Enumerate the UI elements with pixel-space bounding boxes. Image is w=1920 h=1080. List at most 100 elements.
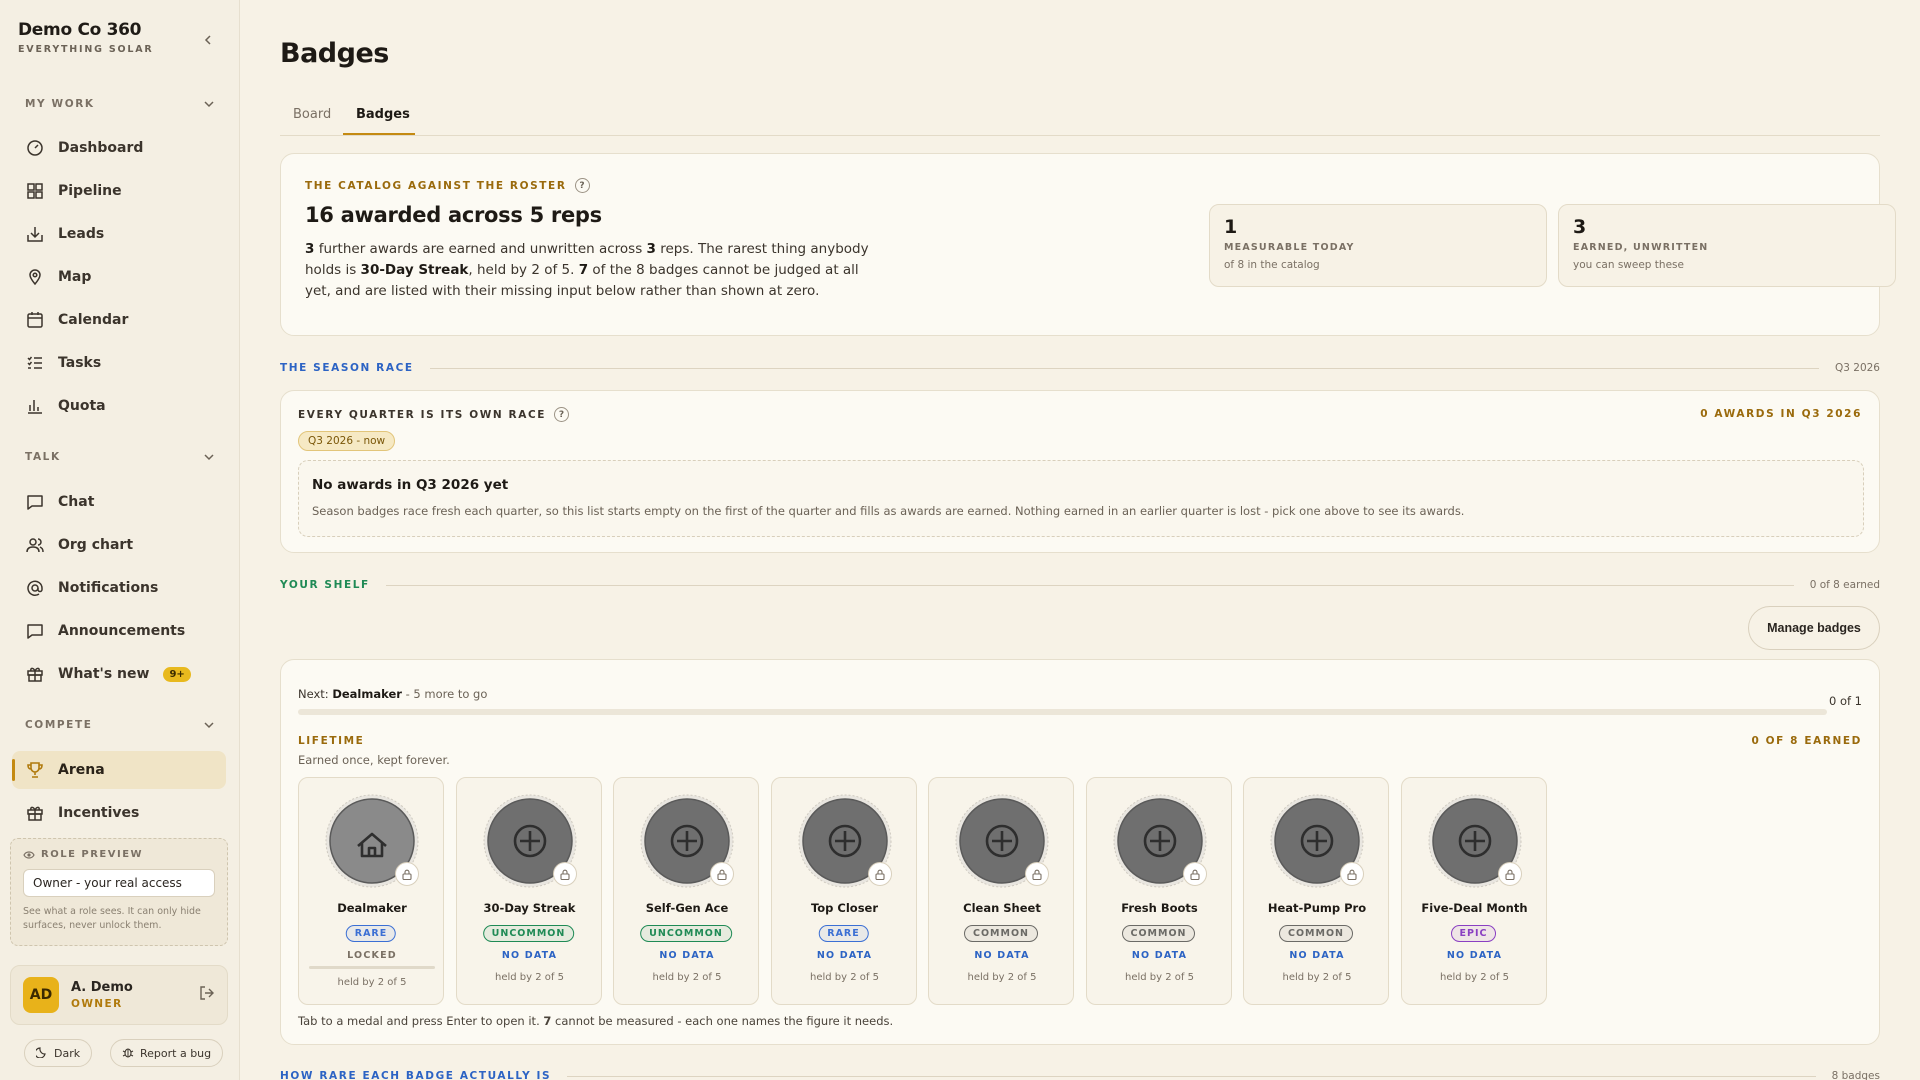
sidebar-item-tasks[interactable]: Tasks [12, 344, 226, 382]
sidebar-item-chat[interactable]: Chat [12, 483, 226, 521]
sidebar-item-announcements[interactable]: Announcements [12, 612, 226, 650]
report-bug-button[interactable]: Report a bug [110, 1039, 224, 1067]
medal-name: Dealmaker [337, 901, 407, 915]
medal-status: NO DATA [501, 950, 558, 961]
sidebar-item-arena[interactable]: Arena [12, 751, 226, 789]
medal-status: NO DATA [974, 950, 1030, 961]
season-empty-state: No awards in Q3 2026 yet Season badges r… [298, 460, 1864, 537]
medal-held-by: held by 2 of 5 [967, 972, 1037, 983]
eye-icon [23, 850, 35, 859]
user-role: OWNER [71, 998, 123, 1010]
medal-card[interactable]: 30-Day Streak UNCOMMON NO DATA held by 2 of… [455, 777, 602, 1005]
section-label: YOUR SHELF [280, 579, 370, 591]
empty-text: Season badges race fresh each quarter, s… [312, 504, 1465, 518]
sidebar-item-label: Arena [58, 762, 105, 778]
sidebar-item-label: Quota [58, 398, 106, 414]
lifetime-sub: Earned once, kept forever. [298, 753, 450, 767]
whats-new-count-badge: 9+ [163, 666, 191, 682]
role-preview-select[interactable]: Owner - your real access [23, 869, 215, 897]
medal-name: Fresh Boots [1121, 901, 1198, 915]
medal-card[interactable]: Dealmaker RARE LOCKED held by 2 of 5 [298, 777, 444, 1005]
stat-label: EARNED, UNWRITTEN [1573, 242, 1709, 253]
section-label: COMPETE [25, 719, 93, 731]
section-label: MY WORK [25, 98, 95, 110]
medal-status: NO DATA [816, 950, 873, 961]
sidebar-item-label: Announcements [58, 623, 186, 639]
sidebar-item-whats-new[interactable]: What's new 9+ [12, 655, 226, 693]
medal-status: LOCKED [347, 950, 397, 961]
tab-board[interactable]: Board [293, 107, 331, 122]
lock-icon [1025, 862, 1049, 886]
logout-icon[interactable] [199, 985, 215, 1005]
rarity-badge: UNCOMMON [640, 925, 732, 942]
stat-number: 3 [1573, 216, 1587, 238]
collapse-sidebar-button[interactable] [198, 30, 218, 50]
empty-title: No awards in Q3 2026 yet [312, 477, 509, 493]
tab-bar: Board Badges [280, 102, 1880, 136]
brand[interactable]: Demo Co 360 EVERYTHING SOLAR [18, 20, 153, 55]
medal-card[interactable]: Five-Deal Month EPIC NO DATA held by 2 of 5 [1400, 777, 1547, 1005]
sidebar-item-incentives[interactable]: Incentives [12, 794, 226, 832]
role-preview-note: See what a role sees. It can only hide s… [23, 906, 201, 931]
inbox-icon [25, 224, 45, 244]
sidebar-item-label: Pipeline [58, 183, 122, 199]
help-icon[interactable]: ? [574, 178, 590, 193]
catalog-card: THE CATALOG AGAINST THE ROSTER ? 16 awar… [280, 153, 1896, 336]
catalog-title: 16 awarded across 5 reps [305, 203, 602, 227]
season-selector-chip[interactable]: Q3 2026 - now [298, 431, 396, 451]
medal-card[interactable]: Clean Sheet COMMON NO DATA held by 2 of 5 [928, 777, 1074, 1005]
tasks-icon [25, 353, 45, 373]
role-preview-panel: ROLE PREVIEW Owner - your real access Se… [10, 838, 228, 946]
tab-badges[interactable]: Badges [356, 107, 410, 122]
message-icon [25, 621, 45, 641]
section-my-work[interactable]: MY WORK [25, 98, 215, 110]
rarity-badge: UNCOMMON [482, 925, 575, 942]
map-pin-icon [25, 267, 45, 287]
lock-icon [867, 862, 892, 886]
sidebar-item-map[interactable]: Map [12, 258, 226, 296]
rarity-badge: EPIC [1450, 925, 1497, 942]
medal-name: Self-Gen Ace [645, 901, 729, 915]
medal-card[interactable]: Heat-Pump Pro COMMON NO DATA held by 2 of 5 [1243, 777, 1389, 1005]
sidebar-item-label: Dashboard [58, 140, 144, 156]
moon-icon [34, 1046, 48, 1061]
next-badge-count: 0 of 1 [1828, 694, 1862, 708]
sidebar-item-label: Leads [58, 226, 105, 242]
medal-card[interactable]: Fresh Boots COMMON NO DATA held by 2 of 5 [1085, 777, 1232, 1005]
chat-icon [25, 492, 45, 512]
manage-badges-button[interactable]: Manage badges [1748, 606, 1880, 650]
help-icon[interactable]: ? [554, 407, 570, 422]
sidebar-item-pipeline[interactable]: Pipeline [12, 172, 226, 210]
stat-sub: you can sweep these [1573, 259, 1684, 271]
user-card[interactable]: AD A. Demo OWNER [10, 965, 228, 1025]
sidebar-item-dashboard[interactable]: Dashboard [12, 129, 226, 167]
medal-held-by: held by 2 of 5 [1125, 972, 1194, 983]
medal-name: Five-Deal Month [1421, 901, 1528, 915]
sidebar-item-label: Incentives [58, 805, 140, 821]
lock-icon [395, 862, 419, 886]
medal-name: Clean Sheet [963, 901, 1041, 915]
section-talk[interactable]: TALK [25, 451, 215, 463]
active-tab-indicator [343, 133, 415, 135]
section-compete[interactable]: COMPETE [25, 719, 215, 731]
section-badge-rarity: HOW RARE EACH BADGE ACTUALLY IS 8 badges [280, 1069, 1880, 1080]
medal-card[interactable]: Top Closer RARE NO DATA held by 2 of 5 [770, 777, 917, 1005]
next-badge-progress [298, 709, 1827, 715]
medal-card[interactable]: Self-Gen Ace UNCOMMON NO DATA held by 2 of … [613, 777, 759, 1005]
shelf-card: Next: Dealmaker - 5 more to go 0 of 1 LI… [280, 659, 1880, 1045]
medal-held-by: held by 2 of 5 [1440, 972, 1509, 983]
sidebar-item-leads[interactable]: Leads [12, 215, 226, 253]
sidebar-item-quota[interactable]: Quota [12, 387, 226, 425]
role-preview-title: ROLE PREVIEW [23, 849, 215, 860]
section-meta: 0 of 8 earned [1809, 579, 1880, 591]
dark-mode-button[interactable]: Dark [24, 1039, 93, 1067]
sidebar-item-org-chart[interactable]: Org chart [12, 526, 226, 564]
bug-icon [122, 1046, 134, 1061]
stat-number: 1 [1224, 216, 1238, 238]
trophy-icon [25, 760, 45, 780]
sidebar-item-notifications[interactable]: Notifications [12, 569, 226, 607]
brand-tagline: EVERYTHING SOLAR [18, 44, 154, 55]
chevron-down-icon [204, 101, 214, 108]
section-meta: Q3 2026 [1834, 362, 1880, 374]
sidebar-item-calendar[interactable]: Calendar [12, 301, 226, 339]
